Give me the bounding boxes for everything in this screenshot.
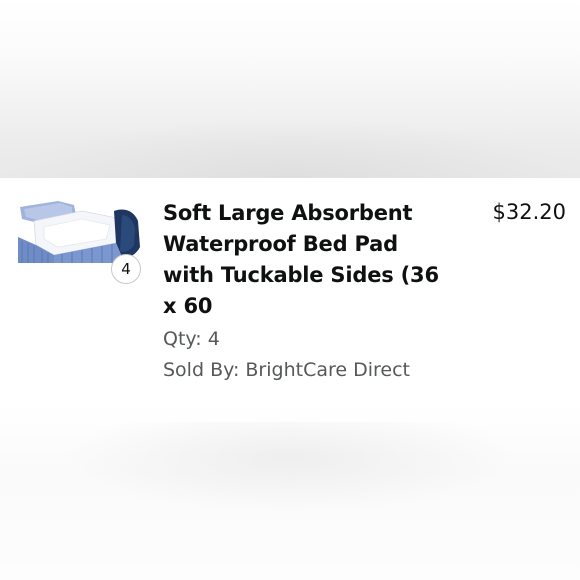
product-title-link[interactable]: Soft Large Absorbent Waterproof Bed Pad …	[163, 198, 443, 322]
seller-label: Sold By: BrightCare Direct	[163, 359, 410, 381]
blurred-footer-area	[0, 402, 580, 580]
quantity-label: Qty: 4	[163, 328, 220, 350]
blurred-header-area	[0, 0, 580, 178]
order-item-card[interactable]: 4 Soft Large Absorbent Waterproof Bed Pa…	[0, 178, 580, 402]
item-price: $32.20	[492, 200, 566, 224]
screenshot-stage: 4 Soft Large Absorbent Waterproof Bed Pa…	[0, 0, 580, 580]
quantity-badge: 4	[111, 254, 141, 284]
